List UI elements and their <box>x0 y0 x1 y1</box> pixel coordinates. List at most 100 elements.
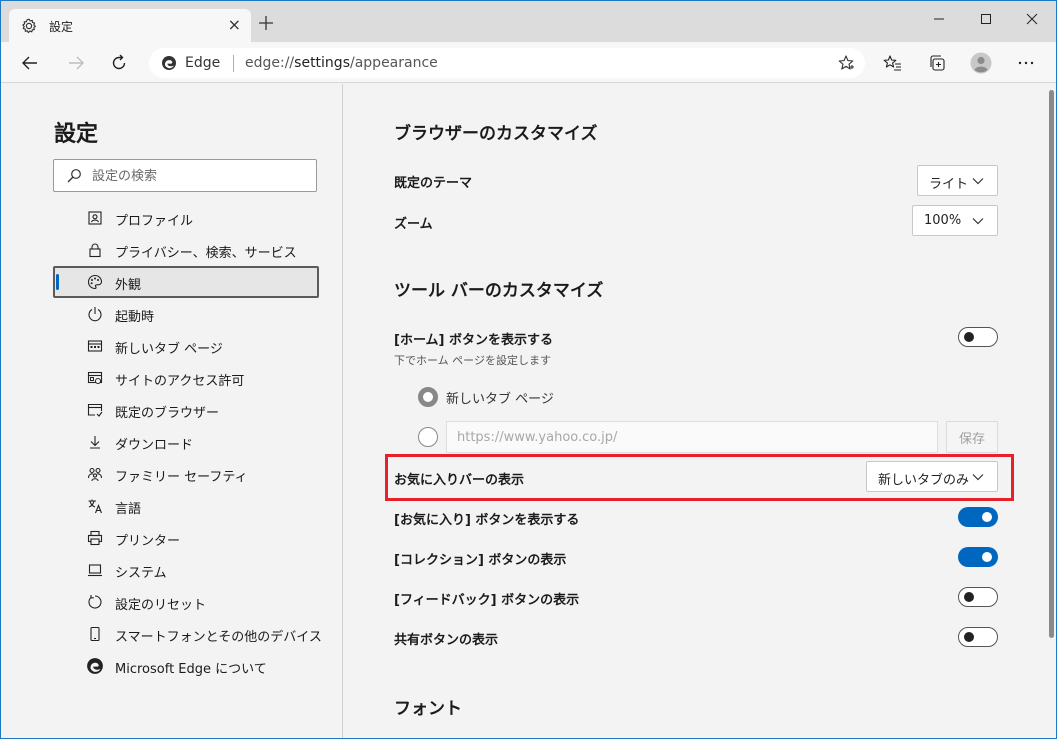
navigation-toolbar: Edge edge://settings/appearance <box>1 42 1056 83</box>
save-button[interactable]: 保存 <box>946 421 998 453</box>
zoom-value: 100% <box>924 213 962 228</box>
highlight-box <box>385 454 1014 501</box>
zoom-dropdown[interactable]: 100% <box>912 205 998 236</box>
settings-search-box[interactable] <box>53 159 317 192</box>
sidebar-item-family-safety[interactable]: ファミリー セーフティ <box>53 458 319 490</box>
favorites-button[interactable] <box>882 52 904 74</box>
appearance-settings-panel: ブラウザーのカスタマイズ 既定のテーマ ライト ズーム 100% ツール バーの… <box>344 84 1046 738</box>
toggle-knob <box>964 332 974 342</box>
sidebar-item-about[interactable]: Microsoft Edge について <box>53 650 319 682</box>
toggle-knob <box>982 552 992 562</box>
collections-button[interactable] <box>926 52 948 74</box>
collections-button-toggle[interactable] <box>958 547 998 567</box>
browser-customize-heading: ブラウザーのカスタマイズ <box>394 124 598 144</box>
maximize-button[interactable] <box>963 7 1009 31</box>
home-button-label: [ホーム] ボタンを表示する <box>394 333 554 348</box>
minimize-button[interactable] <box>916 7 962 31</box>
reload-icon <box>112 54 126 70</box>
reset-icon <box>86 593 104 611</box>
sidebar-item-label: プロファイル <box>115 214 194 229</box>
sidebar-item-label: 設定のリセット <box>115 598 207 613</box>
scrollbar-thumb[interactable] <box>1049 90 1054 638</box>
settings-sidebar: 設定 プロファイル プライバシー、検索、サービス <box>1 84 343 738</box>
add-favorite-star-icon[interactable] <box>837 54 855 72</box>
zoom-label: ズーム <box>394 217 433 232</box>
edge-icon <box>86 657 104 675</box>
settings-content: 設定 プロファイル プライバシー、検索、サービス <box>1 84 1056 738</box>
sidebar-item-site-permissions[interactable]: サイトのアクセス許可 <box>53 362 319 394</box>
system-icon <box>86 561 104 579</box>
edge-logo-icon <box>162 56 176 70</box>
sidebar-item-appearance[interactable]: 外観 <box>53 266 319 298</box>
home-button-sublabel: 下でホーム ページを設定します <box>394 354 551 367</box>
family-icon <box>86 465 104 483</box>
sidebar-item-downloads[interactable]: ダウンロード <box>53 426 319 458</box>
sidebar-item-privacy[interactable]: プライバシー、検索、サービス <box>53 234 319 266</box>
sidebar-item-startup[interactable]: 起動時 <box>53 298 319 330</box>
arrow-left-icon <box>22 56 37 70</box>
avatar-icon <box>970 52 992 74</box>
close-window-button[interactable] <box>1009 7 1055 31</box>
ellipsis-icon <box>1018 61 1034 65</box>
feedback-button-label: [フィードバック] ボタンの表示 <box>394 593 580 608</box>
sidebar-item-default-browser[interactable]: 既定のブラウザー <box>53 394 319 426</box>
theme-dropdown[interactable]: ライト <box>917 165 998 196</box>
address-separator <box>233 55 234 72</box>
sidebar-item-label: システム <box>115 566 167 581</box>
search-icon <box>67 169 81 183</box>
collections-button-label: [コレクション] ボタンの表示 <box>394 553 567 568</box>
gear-icon <box>22 18 36 34</box>
home-button-toggle[interactable] <box>958 327 998 347</box>
tab-settings[interactable]: 設定 × <box>9 9 251 42</box>
minimize-icon <box>934 18 944 20</box>
feedback-button-toggle[interactable] <box>958 587 998 607</box>
radio-newtab-page[interactable] <box>418 387 438 407</box>
default-browser-icon <box>86 401 104 419</box>
toggle-knob <box>964 592 974 602</box>
back-button[interactable] <box>17 50 43 76</box>
more-menu-button[interactable] <box>1015 52 1037 74</box>
site-name: Edge <box>185 55 221 71</box>
toolbar-customize-heading: ツール バーのカスタマイズ <box>394 281 604 301</box>
settings-scrollbar[interactable] <box>1046 84 1056 738</box>
toggle-knob <box>982 512 992 522</box>
sidebar-item-profile[interactable]: プロファイル <box>53 202 319 234</box>
radio-custom-url[interactable] <box>418 427 438 447</box>
tab-close-button[interactable]: × <box>228 15 241 35</box>
chevron-down-icon <box>972 218 984 225</box>
sidebar-item-label: 言語 <box>115 502 142 517</box>
theme-label: 既定のテーマ <box>394 176 473 191</box>
favorites-button-toggle[interactable] <box>958 507 998 527</box>
new-tab-button[interactable] <box>256 13 276 33</box>
sidebar-item-devices[interactable]: スマートフォンとその他のデバイス <box>53 618 322 650</box>
site-permissions-icon <box>86 369 104 387</box>
share-button-toggle[interactable] <box>958 627 998 647</box>
sidebar-item-printers[interactable]: プリンター <box>53 522 319 554</box>
lock-icon <box>86 241 104 259</box>
palette-icon <box>86 273 104 291</box>
phone-icon <box>86 625 104 643</box>
home-url-input[interactable] <box>446 421 938 453</box>
maximize-icon <box>981 14 991 24</box>
sidebar-item-label: ダウンロード <box>115 438 194 453</box>
url-text[interactable]: edge://settings/appearance <box>245 55 438 71</box>
forward-button[interactable] <box>63 50 89 76</box>
sidebar-item-newtab[interactable]: 新しいタブ ページ <box>53 330 319 362</box>
reload-button[interactable] <box>106 50 132 76</box>
settings-search-input[interactable] <box>92 166 302 186</box>
profile-avatar-button[interactable] <box>970 52 992 74</box>
sidebar-item-system[interactable]: システム <box>53 554 319 586</box>
close-icon <box>1026 13 1038 25</box>
sidebar-nav: プロファイル プライバシー、検索、サービス 外観 起動時 新しいタブ ページ サ… <box>53 202 322 682</box>
sidebar-item-languages[interactable]: 言語 <box>53 490 319 522</box>
title-bar: 設定 × <box>1 1 1056 42</box>
sidebar-item-reset[interactable]: 設定のリセット <box>53 586 319 618</box>
power-icon <box>86 305 104 323</box>
theme-value: ライト <box>929 177 969 192</box>
sidebar-item-label: 新しいタブ ページ <box>115 342 223 357</box>
sidebar-item-label: 起動時 <box>115 310 155 325</box>
share-button-label: 共有ボタンの表示 <box>394 633 499 648</box>
fonts-heading: フォント <box>394 699 462 719</box>
language-icon <box>86 497 104 515</box>
address-bar[interactable]: Edge edge://settings/appearance <box>149 48 865 78</box>
